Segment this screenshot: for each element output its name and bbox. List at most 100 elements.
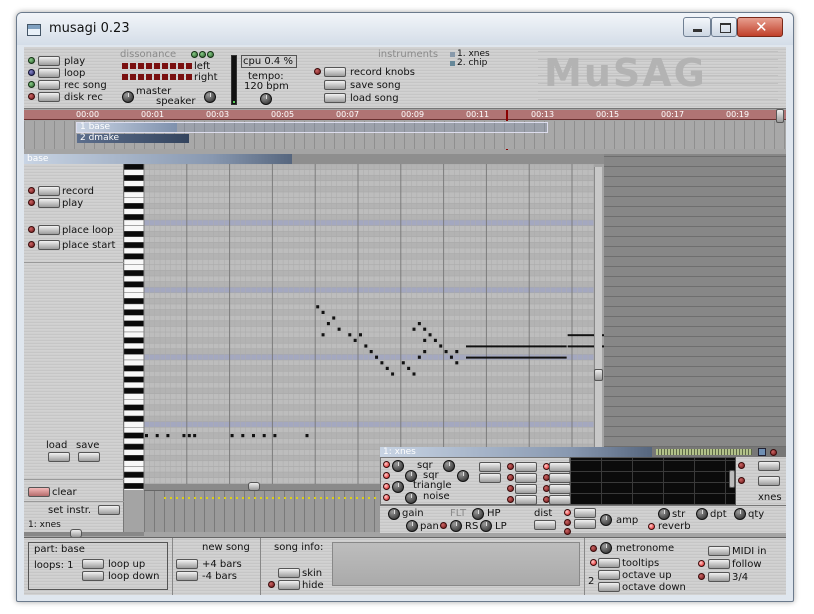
play-button[interactable] xyxy=(38,56,60,66)
sqr1-detune-knob[interactable] xyxy=(443,460,455,472)
note xyxy=(155,434,159,438)
dpt-knob[interactable] xyxy=(696,508,708,520)
piano-roll-vscroll[interactable] xyxy=(594,167,603,487)
roll-black-row xyxy=(144,242,594,248)
sqr2-led xyxy=(383,472,390,479)
song-info-field[interactable] xyxy=(332,542,580,586)
lp-knob[interactable] xyxy=(480,520,492,532)
rs-knob[interactable] xyxy=(450,520,462,532)
minus4-bars-button[interactable] xyxy=(176,571,198,581)
side-button-2[interactable] xyxy=(758,476,780,486)
osc-button-2[interactable] xyxy=(479,473,501,483)
pan-knob[interactable] xyxy=(406,520,418,532)
plus4-bars-button[interactable] xyxy=(176,559,198,569)
dist-label: dist xyxy=(534,508,553,519)
piano-roll-vscroll-handle[interactable] xyxy=(594,369,603,381)
set-instr-button[interactable] xyxy=(98,505,120,515)
three-four-button[interactable] xyxy=(708,572,730,582)
noise-label: noise xyxy=(423,491,450,502)
three-four-led xyxy=(698,573,705,580)
side-button-1[interactable] xyxy=(758,461,780,471)
minimize-button[interactable] xyxy=(683,17,711,37)
amp-knob[interactable] xyxy=(600,514,612,526)
rec-song-led xyxy=(28,81,35,88)
follow-button[interactable] xyxy=(708,559,730,569)
str-knob[interactable] xyxy=(658,508,670,520)
octave-up-button[interactable] xyxy=(598,570,620,580)
skin-button[interactable] xyxy=(278,568,300,578)
loop-up-button[interactable] xyxy=(82,559,104,569)
gain-knob[interactable] xyxy=(388,508,400,520)
piano-key xyxy=(124,270,145,277)
piano-key xyxy=(124,281,145,288)
osc-button-1[interactable] xyxy=(479,462,501,472)
part-load-button[interactable] xyxy=(48,452,70,462)
hide-button[interactable] xyxy=(278,580,300,590)
part-save-button[interactable] xyxy=(78,452,100,462)
loop-down-button[interactable] xyxy=(82,571,104,581)
sqr1-knob[interactable] xyxy=(392,460,404,472)
metronome-knob[interactable] xyxy=(600,542,612,554)
osc-button-10[interactable] xyxy=(549,495,571,505)
tempo-knob[interactable] xyxy=(260,93,272,105)
osc-button-6[interactable] xyxy=(515,495,537,505)
osc-button-4[interactable] xyxy=(515,473,537,483)
load-song-button[interactable] xyxy=(324,93,346,103)
title-bar[interactable]: musagi 0.23 ✕ xyxy=(17,13,793,45)
note xyxy=(241,434,245,438)
noise-led xyxy=(383,494,390,501)
loops-label: loops: 1 xyxy=(34,560,74,571)
speaker-volume-knob[interactable] xyxy=(204,91,216,103)
close-button[interactable]: ✕ xyxy=(737,17,783,37)
sqr1-led xyxy=(383,461,390,468)
note xyxy=(321,333,325,337)
place-loop-button[interactable] xyxy=(38,225,60,235)
dist-button[interactable] xyxy=(534,520,556,530)
part-record-button[interactable] xyxy=(38,186,60,196)
amp-button-2[interactable] xyxy=(574,519,596,529)
synth-side: xnes xyxy=(736,457,786,505)
rec-song-button[interactable] xyxy=(38,80,60,90)
part-load-label: load xyxy=(46,440,68,451)
save-song-button[interactable] xyxy=(324,80,346,90)
record-knobs-button[interactable] xyxy=(324,67,346,77)
bottom-divider-3 xyxy=(584,538,585,595)
clear-button[interactable] xyxy=(28,487,50,497)
qty-knob[interactable] xyxy=(734,508,746,520)
piano-key xyxy=(124,253,145,260)
osc-button-3[interactable] xyxy=(515,462,537,472)
disk-rec-button[interactable] xyxy=(38,92,60,102)
piano-key xyxy=(124,225,145,232)
wave-scrollbar[interactable] xyxy=(729,470,735,488)
tooltips-button[interactable] xyxy=(598,558,620,568)
octave-down-button[interactable] xyxy=(598,582,620,592)
amp-button-1[interactable] xyxy=(574,508,596,518)
sidebar-divider-3 xyxy=(24,501,124,502)
maximize-button[interactable] xyxy=(711,17,737,37)
osc-button-7[interactable] xyxy=(549,462,571,472)
roll-black-row xyxy=(144,203,594,209)
loop-button[interactable] xyxy=(38,68,60,78)
osc-button-9[interactable] xyxy=(549,484,571,494)
sqr2-detune-knob[interactable] xyxy=(457,470,469,482)
noise-knob[interactable] xyxy=(405,492,417,504)
triangle-knob[interactable] xyxy=(392,481,404,493)
osc-button-8[interactable] xyxy=(549,473,571,483)
instrument-item-2[interactable]: 2. chip xyxy=(457,58,487,69)
piano-key xyxy=(124,342,145,349)
record-knobs-led xyxy=(314,68,321,75)
piano-key xyxy=(124,387,145,394)
timeline-scrollbar-right[interactable] xyxy=(776,109,784,123)
osc-button-5[interactable] xyxy=(515,484,537,494)
midi-in-button[interactable] xyxy=(708,546,730,556)
piano-roll[interactable] xyxy=(124,164,604,490)
piano-key xyxy=(124,214,145,221)
master-volume-knob[interactable] xyxy=(122,91,134,103)
piano-roll-hscroll-handle[interactable] xyxy=(248,482,260,491)
note xyxy=(326,322,330,326)
osc-led-3 xyxy=(507,485,514,492)
place-start-button[interactable] xyxy=(38,240,60,250)
hp-knob[interactable] xyxy=(472,508,484,520)
rec-song-label: rec song xyxy=(64,80,107,91)
part-play-button[interactable] xyxy=(38,198,60,208)
